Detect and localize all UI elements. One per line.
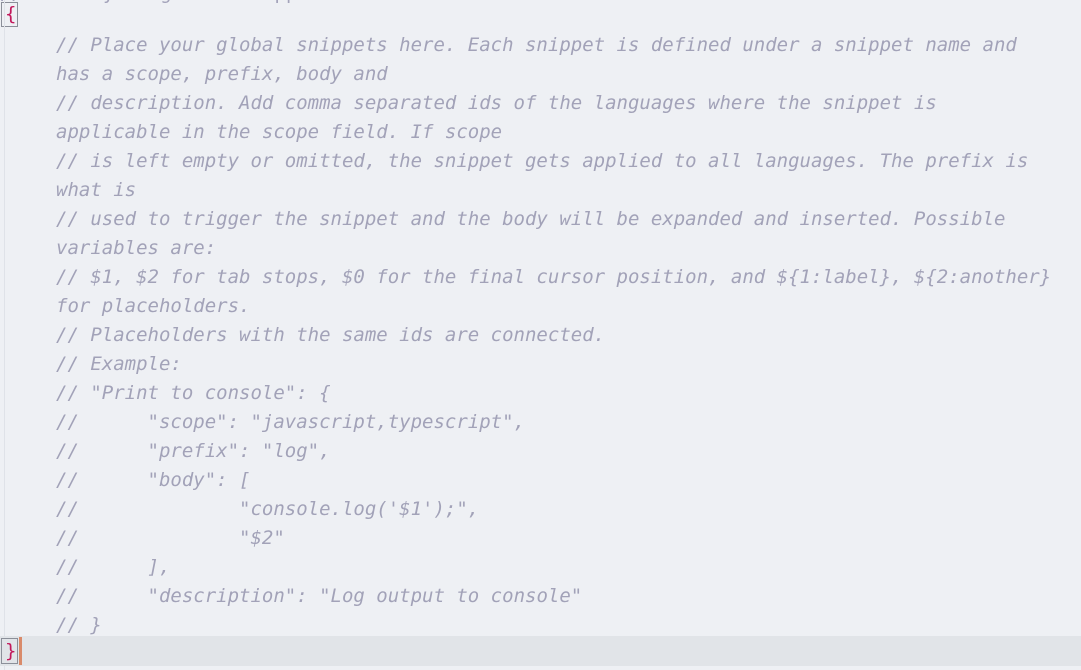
comment-line: // "console.log('$1');", — [56, 498, 480, 520]
comment-line: // "body": [ — [56, 469, 251, 491]
comment-line: // ], — [56, 556, 171, 578]
text-caret — [19, 637, 22, 665]
comment-line: // Example: — [56, 353, 182, 375]
comment-line: // used to trigger the snippet and the b… — [56, 208, 1017, 259]
close-brace: } — [5, 640, 17, 662]
comment-line: // Place your global snippets here. Each… — [56, 34, 1029, 85]
current-line-highlight — [0, 636, 1081, 666]
comment-line: // "Print to console": { — [56, 382, 331, 404]
comment-line: // Placeholders with the same ids are co… — [56, 324, 606, 346]
close-brace-match-box: } — [1, 638, 18, 664]
comment-line: // "description": "Log output to console… — [56, 585, 583, 607]
clipped-top-line: // Place your global snippets here. — [0, 0, 1081, 8]
comment-line: // "$2" — [56, 527, 285, 549]
comment-line: // "prefix": "log", — [56, 440, 331, 462]
comment-line: // "scope": "javascript,typescript", — [56, 411, 526, 433]
indent-guide — [4, 0, 5, 670]
comment-line: // is left empty or omitted, the snippet… — [56, 150, 1040, 201]
code-editor[interactable]: // Place your global snippets here. { //… — [0, 0, 1081, 670]
comment-line: // $1, $2 for tab stops, $0 for the fina… — [56, 266, 1063, 317]
comment-block: // Place your global snippets here. Each… — [56, 31, 1056, 640]
clipped-top-line-text: // Place your global snippets here. — [0, 0, 400, 8]
comment-line: // description. Add comma separated ids … — [56, 92, 949, 143]
open-brace: { — [5, 3, 17, 25]
